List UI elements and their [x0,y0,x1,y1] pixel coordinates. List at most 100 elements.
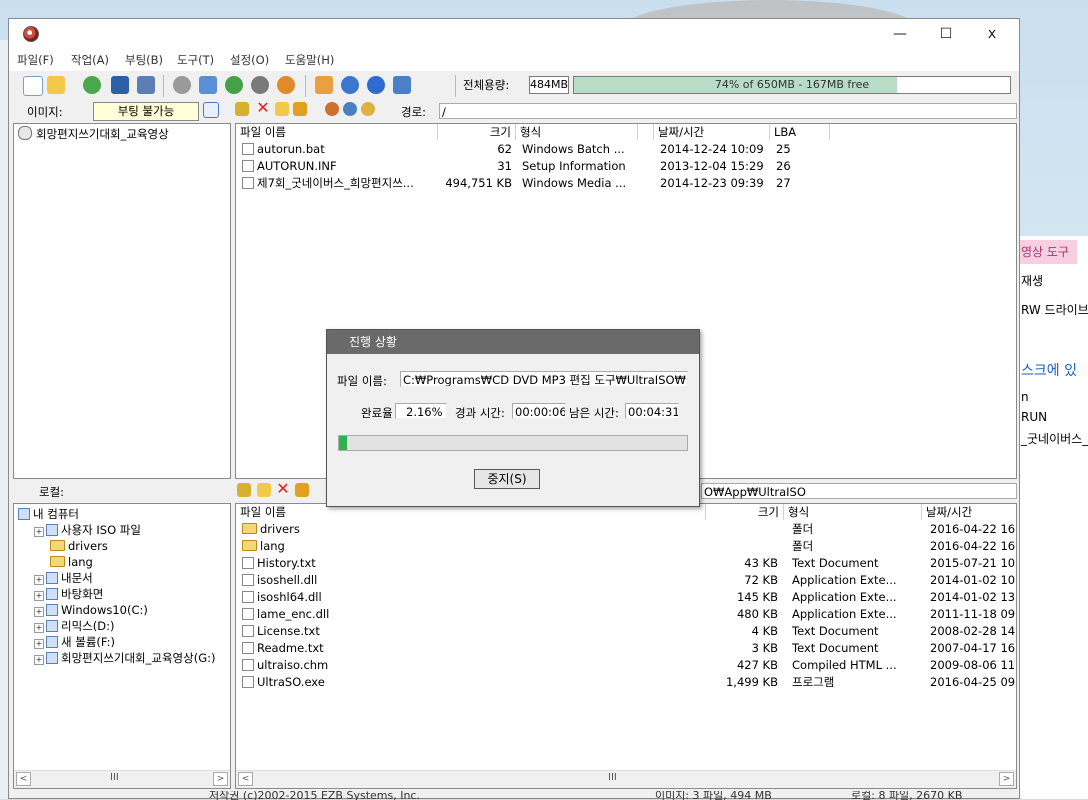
local-new-folder-icon[interactable] [257,483,271,497]
column-name[interactable]: 파일 이름 [236,124,438,140]
iso-tree-root[interactable]: 회망편지쓰기대회_교육영상 [14,126,230,143]
bg-line: n [1021,390,1029,404]
column-lba[interactable]: LBA [770,124,830,140]
mount-icon[interactable] [225,76,243,94]
make-cd-image-icon[interactable] [173,76,191,94]
expand-icon[interactable]: + [34,591,44,601]
tree-item[interactable]: lang [14,554,230,571]
settings-icon[interactable] [361,102,375,116]
rename-icon[interactable] [293,102,307,116]
menu-options[interactable]: 설정(O) [230,52,269,68]
file-size: 43 KB [744,556,778,570]
scroll-left-icon[interactable]: < [238,772,253,786]
expand-icon[interactable]: + [34,655,44,665]
dialog-title[interactable]: 진행 상황 [327,330,699,354]
table-row[interactable]: drivers 폴더 2016-04-22 16:2 [236,521,1016,538]
tree-item[interactable]: + 내문서 [14,570,230,587]
column-size[interactable]: 크기 [438,124,516,140]
iso-path-field[interactable]: / [439,103,1017,119]
maximize-button[interactable]: ☐ [923,19,969,49]
boot-check-icon[interactable] [203,102,219,118]
expand-icon[interactable]: + [34,639,44,649]
bg-line: _굿네이버스_ [1021,432,1088,446]
menu-tools[interactable]: 도구(T) [177,52,214,68]
scroll-thumb[interactable]: III [110,772,119,783]
save-icon[interactable] [111,76,129,94]
expand-icon[interactable]: + [34,623,44,633]
new-icon[interactable] [23,76,43,96]
menu-help[interactable]: 도움말(H) [285,52,334,68]
menu-bootable[interactable]: 부팅(B) [125,52,163,68]
info-icon[interactable] [341,76,359,94]
up-folder-icon[interactable] [235,102,249,116]
add-file-icon[interactable] [325,102,339,116]
table-row[interactable]: autorun.bat 62 Windows Batch ... 2014-12-24… [236,141,1016,158]
save-as-icon[interactable] [137,76,155,94]
stop-button[interactable]: 중지(S) [474,469,540,489]
local-files-scrollbar[interactable]: < III > [236,770,1016,788]
delete-icon[interactable]: ✕ [255,100,271,117]
open-icon[interactable] [47,76,65,94]
table-row[interactable]: lame_enc.dll 480 KB Application Exte... 201… [236,606,1016,623]
table-row[interactable]: isoshl64.dll 145 KB Application Exte... 201… [236,589,1016,606]
table-row[interactable]: History.txt 43 KB Text Document 2015-07-21 … [236,555,1016,572]
file-name: ultraiso.chm [257,658,329,672]
extract-icon[interactable] [83,76,101,94]
column-type[interactable]: 형식 [516,124,638,140]
column-date[interactable]: 날짜/시간 [654,124,770,140]
table-row[interactable]: AUTORUN.INF 31 Setup Information 2013-12-04… [236,158,1016,175]
virtual-drive-icon[interactable] [277,76,295,94]
burn-icon[interactable] [251,76,269,94]
scroll-right-icon[interactable]: > [999,772,1014,786]
tree-item[interactable]: + Windows10(C:) [14,602,230,619]
scroll-right-icon[interactable]: > [213,772,228,786]
title-bar[interactable]: — ☐ x [9,19,1019,49]
local-file-list[interactable]: 파일 이름 크기 형식 날짜/시간 drivers 폴더 2016-04-22 16… [235,503,1017,789]
tree-item[interactable]: drivers [14,538,230,555]
local-tree-pane[interactable]: 내 컴퓨터 + 사용자 ISO 파일 drivers lang + 내문서 + 바탕화면 + Win… [13,503,231,789]
table-row[interactable]: lang 폴더 2016-04-22 16:2 [236,538,1016,555]
close-button[interactable]: x [969,19,1015,49]
options-icon[interactable] [315,76,333,94]
minimize-button[interactable]: — [877,19,923,49]
file-date: 2016-04-25 09:2 [930,675,1017,689]
tree-item[interactable]: + 사용자 ISO 파일 [14,522,230,539]
expand-icon[interactable]: + [34,527,44,537]
table-row[interactable]: ultraiso.chm 427 KB Compiled HTML ... 2009-… [236,657,1016,674]
iso-tree-pane[interactable]: 회망편지쓰기대회_교육영상 [13,123,231,479]
table-row[interactable]: Readme.txt 3 KB Text Document 2007-04-17 16… [236,640,1016,657]
scroll-left-icon[interactable]: < [16,772,31,786]
properties-icon[interactable] [343,102,357,116]
compress-icon[interactable] [199,76,217,94]
scroll-thumb[interactable]: III [608,772,617,783]
local-column-type[interactable]: 형식 [784,504,922,520]
capacity-value[interactable]: 484MB [529,76,569,94]
help-icon[interactable] [367,76,385,94]
table-row[interactable]: 제7회_굿네이버스_희망편지쓰... 494,751 KB Windows Medi… [236,175,1016,192]
boot-status[interactable]: 부팅 불가능 [93,102,199,121]
local-column-date[interactable]: 날짜/시간 [922,504,1016,520]
table-row[interactable]: UltraSO.exe 1,499 KB 프로그램 2016-04-25 09:2 [236,674,1016,691]
table-row[interactable]: License.txt 4 KB Text Document 2008-02-28 1… [236,623,1016,640]
new-folder-icon[interactable] [275,102,289,116]
menu-file[interactable]: 파일(F) [17,52,54,68]
expand-icon[interactable]: + [34,607,44,617]
local-up-icon[interactable] [237,483,251,497]
local-path-field[interactable]: O₩App₩UltraISO [701,483,1017,499]
tree-item[interactable]: + 리믹스(D:) [14,618,230,635]
expand-icon[interactable]: + [34,575,44,585]
file-date: 2015-07-21 10:5 [930,556,1017,570]
exit-icon[interactable] [393,76,411,94]
local-rename-icon[interactable] [295,483,309,497]
file-size: 480 KB [736,607,778,621]
local-column-size[interactable]: 크기 [706,504,784,520]
tree-item[interactable]: + 바탕화면 [14,586,230,603]
bg-tab[interactable]: 영상 도구 [1017,240,1077,264]
menu-actions[interactable]: 작업(A) [71,52,109,68]
local-tree-scrollbar[interactable]: < III > [14,770,230,788]
tree-item[interactable]: + 회망편지쓰기대회_교육영상(G:) [14,650,230,667]
local-delete-icon[interactable]: ✕ [275,481,291,498]
table-row[interactable]: isoshell.dll 72 KB Application Exte... 2014… [236,572,1016,589]
tree-item[interactable]: + 새 볼륨(F:) [14,634,230,651]
tree-item[interactable]: 내 컴퓨터 [14,506,230,523]
